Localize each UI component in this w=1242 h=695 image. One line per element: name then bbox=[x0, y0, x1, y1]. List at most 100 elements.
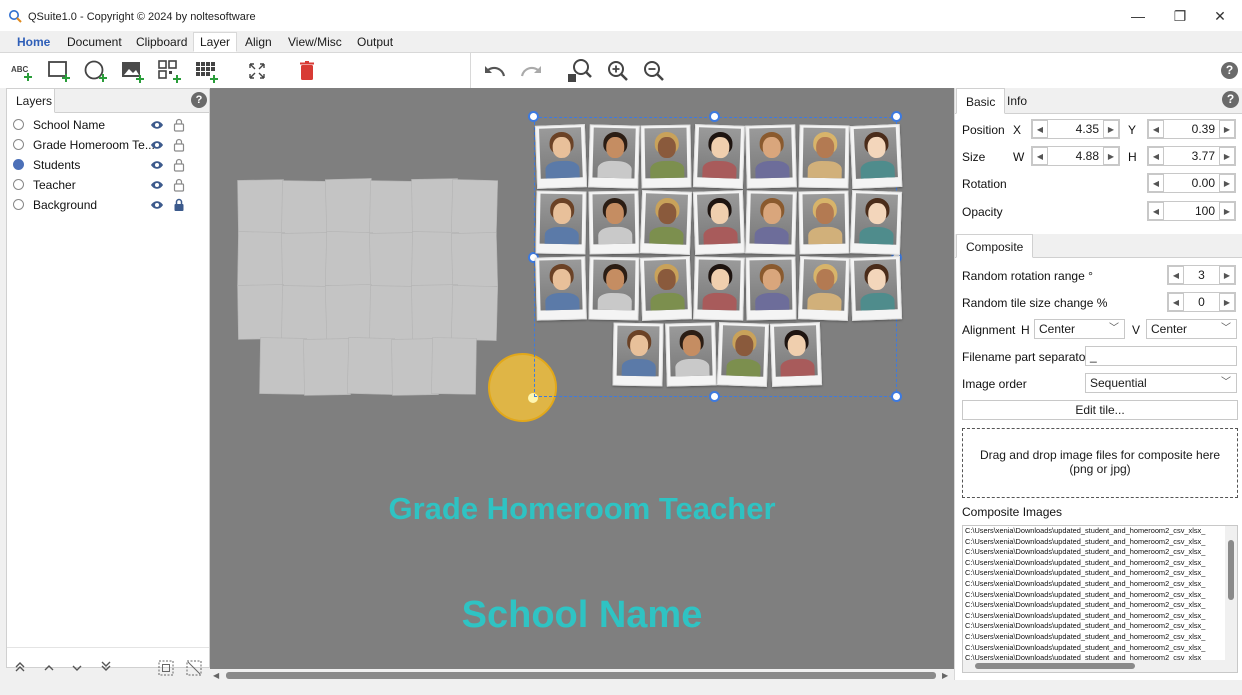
zoom-out-button[interactable] bbox=[640, 57, 668, 85]
student-photo[interactable] bbox=[797, 256, 850, 321]
random-size-stepper[interactable]: ◀ 0 ▶ bbox=[1167, 292, 1236, 312]
tab-output[interactable]: Output bbox=[350, 32, 400, 52]
decrement-icon[interactable]: ◀ bbox=[1168, 266, 1184, 284]
school-name-text[interactable]: School Name bbox=[210, 594, 954, 637]
composite-image-item[interactable]: C:\Users\xenia\Downloads\updated_student… bbox=[963, 547, 1237, 558]
student-photo[interactable] bbox=[692, 124, 745, 189]
add-ellipse-button[interactable] bbox=[82, 57, 110, 85]
layer-row-students[interactable]: Students bbox=[7, 155, 209, 175]
scroll-thumb[interactable] bbox=[975, 663, 1135, 669]
scroll-right-arrow-icon[interactable]: ▶ bbox=[942, 671, 948, 680]
random-size-value[interactable]: 0 bbox=[1186, 295, 1217, 309]
alignment-h-select[interactable]: Center ﹀ bbox=[1034, 319, 1125, 339]
tab-align[interactable]: Align bbox=[238, 32, 279, 52]
unlocked-icon[interactable] bbox=[173, 138, 185, 152]
locked-icon[interactable] bbox=[173, 198, 185, 212]
move-bottom-icon[interactable] bbox=[100, 660, 112, 672]
composite-image-item[interactable]: C:\Users\xenia\Downloads\updated_student… bbox=[963, 600, 1237, 611]
student-photo[interactable] bbox=[639, 190, 693, 255]
position-x-stepper[interactable]: ◀ 4.35 ▶ bbox=[1031, 119, 1120, 139]
resize-handle-se[interactable] bbox=[891, 391, 902, 402]
tab-home[interactable]: Home bbox=[10, 32, 57, 52]
eye-icon[interactable] bbox=[150, 120, 164, 130]
resize-handle-s[interactable] bbox=[709, 391, 720, 402]
student-photo[interactable] bbox=[797, 190, 850, 255]
tab-composite[interactable]: Composite bbox=[956, 234, 1034, 258]
student-photo[interactable] bbox=[849, 256, 903, 321]
decrement-icon[interactable]: ◀ bbox=[1148, 120, 1164, 138]
position-x-value[interactable]: 4.35 bbox=[1050, 122, 1099, 136]
minimize-button[interactable]: — bbox=[1116, 0, 1160, 32]
student-photo[interactable] bbox=[664, 322, 717, 387]
size-h-stepper[interactable]: ◀ 3.77 ▶ bbox=[1147, 146, 1236, 166]
opacity-value[interactable]: 100 bbox=[1166, 204, 1215, 218]
add-image-button[interactable] bbox=[119, 57, 147, 85]
unlocked-icon[interactable] bbox=[173, 158, 185, 172]
layer-row-teacher[interactable]: Teacher bbox=[7, 175, 209, 195]
layer-row-background[interactable]: Background bbox=[7, 195, 209, 215]
zoom-fit-button[interactable] bbox=[566, 57, 594, 85]
list-vertical-scrollbar[interactable] bbox=[1225, 526, 1237, 660]
layer-radio[interactable] bbox=[13, 179, 24, 190]
composite-image-item[interactable]: C:\Users\xenia\Downloads\updated_student… bbox=[963, 590, 1237, 601]
composite-image-item[interactable]: C:\Users\xenia\Downloads\updated_student… bbox=[963, 537, 1237, 548]
student-photo[interactable] bbox=[745, 190, 797, 255]
redo-button[interactable] bbox=[517, 57, 545, 85]
image-drop-zone[interactable]: Drag and drop image files for composite … bbox=[962, 428, 1238, 498]
props-help-icon[interactable]: ? bbox=[1222, 91, 1239, 108]
layers-tab[interactable]: Layers bbox=[7, 89, 55, 113]
position-y-value[interactable]: 0.39 bbox=[1166, 122, 1215, 136]
student-photo[interactable] bbox=[534, 124, 588, 189]
student-photo[interactable] bbox=[769, 322, 822, 387]
increment-icon[interactable]: ▶ bbox=[1103, 147, 1119, 165]
alignment-v-select[interactable]: Center ﹀ bbox=[1146, 319, 1237, 339]
move-up-icon[interactable] bbox=[43, 663, 55, 673]
size-h-value[interactable]: 3.77 bbox=[1166, 149, 1215, 163]
student-photo[interactable] bbox=[535, 190, 587, 255]
layers-help-icon[interactable]: ? bbox=[191, 92, 207, 108]
student-photo[interactable] bbox=[692, 256, 745, 321]
increment-icon[interactable]: ▶ bbox=[1219, 174, 1235, 192]
layer-radio[interactable] bbox=[13, 139, 24, 150]
eye-icon[interactable] bbox=[150, 200, 164, 210]
composite-image-item[interactable]: C:\Users\xenia\Downloads\updated_student… bbox=[963, 579, 1237, 590]
tab-view-misc[interactable]: View/Misc bbox=[281, 32, 349, 52]
close-button[interactable]: ✕ bbox=[1198, 0, 1242, 32]
student-composite[interactable] bbox=[534, 123, 903, 389]
layer-radio[interactable] bbox=[13, 199, 24, 210]
composite-image-item[interactable]: C:\Users\xenia\Downloads\updated_student… bbox=[963, 621, 1237, 632]
tab-document[interactable]: Document bbox=[60, 32, 129, 52]
undo-button[interactable] bbox=[481, 57, 509, 85]
composite-images-list[interactable]: C:\Users\xenia\Downloads\updated_student… bbox=[962, 525, 1238, 673]
resize-handle-nw[interactable] bbox=[528, 111, 539, 122]
resize-handle-ne[interactable] bbox=[891, 111, 902, 122]
unlocked-icon[interactable] bbox=[173, 178, 185, 192]
increment-icon[interactable]: ▶ bbox=[1219, 266, 1235, 284]
list-horizontal-scrollbar[interactable] bbox=[963, 660, 1237, 672]
decrement-icon[interactable]: ◀ bbox=[1032, 120, 1048, 138]
increment-icon[interactable]: ▶ bbox=[1219, 147, 1235, 165]
student-photo[interactable] bbox=[587, 256, 640, 321]
edit-tile-button[interactable]: Edit tile... bbox=[962, 400, 1238, 420]
student-photo[interactable] bbox=[745, 256, 797, 321]
resize-handle-n[interactable] bbox=[709, 111, 720, 122]
decrement-icon[interactable]: ◀ bbox=[1148, 147, 1164, 165]
student-photo[interactable] bbox=[612, 322, 664, 387]
student-photo[interactable] bbox=[797, 124, 850, 189]
unlocked-icon[interactable] bbox=[173, 118, 185, 132]
maximize-button[interactable]: ❐ bbox=[1158, 0, 1202, 32]
student-photo[interactable] bbox=[639, 256, 693, 321]
scroll-left-arrow-icon[interactable]: ◀ bbox=[213, 671, 219, 680]
scroll-thumb[interactable] bbox=[1228, 540, 1234, 600]
fit-button[interactable] bbox=[243, 57, 271, 85]
student-photo[interactable] bbox=[849, 190, 903, 255]
scroll-thumb[interactable] bbox=[226, 672, 936, 679]
eye-icon[interactable] bbox=[150, 160, 164, 170]
composite-image-item[interactable]: C:\Users\xenia\Downloads\updated_student… bbox=[963, 643, 1237, 654]
increment-icon[interactable]: ▶ bbox=[1219, 202, 1235, 220]
select-all-icon[interactable] bbox=[158, 660, 174, 676]
student-photo[interactable] bbox=[587, 190, 640, 255]
deselect-icon[interactable] bbox=[186, 660, 202, 676]
student-photo[interactable] bbox=[716, 322, 770, 387]
layer-radio[interactable] bbox=[13, 119, 24, 130]
